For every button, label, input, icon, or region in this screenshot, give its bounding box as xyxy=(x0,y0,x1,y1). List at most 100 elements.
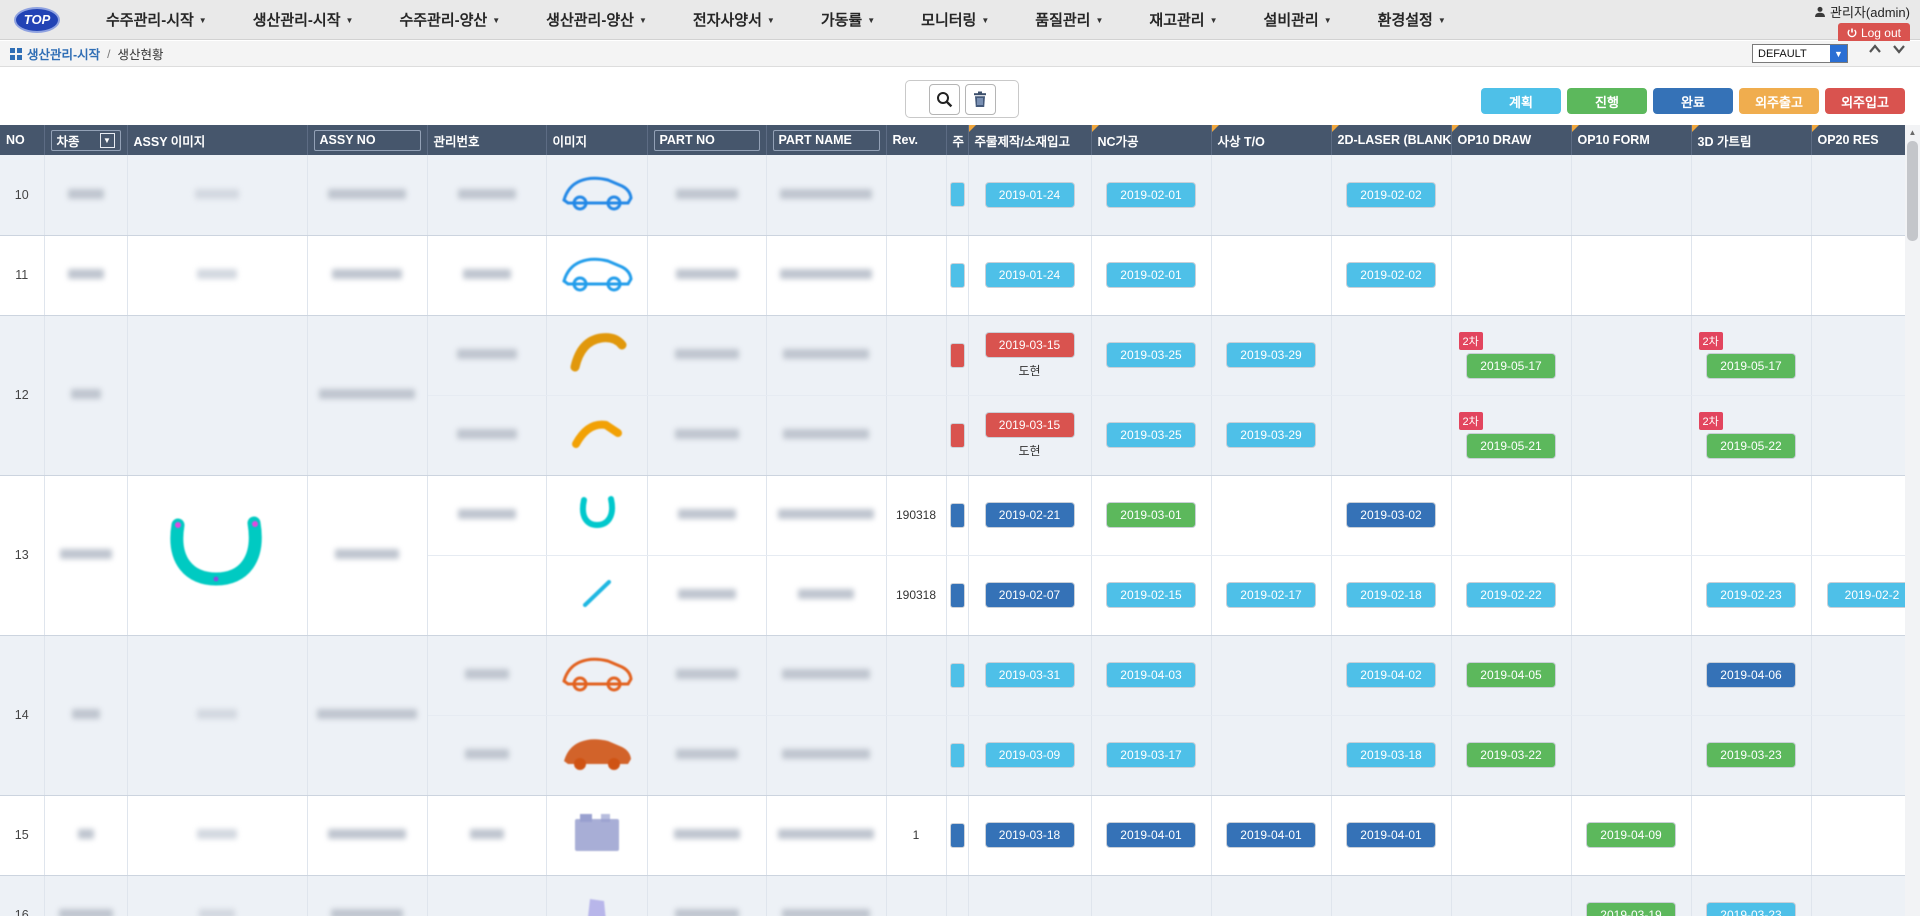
column-header-res[interactable]: OP20 RES xyxy=(1811,125,1905,155)
collapse-up-icon[interactable] xyxy=(1868,44,1882,54)
vertical-scrollbar[interactable]: ▲ xyxy=(1905,125,1920,916)
date-status-badge[interactable]: 2019-02-23 xyxy=(1706,582,1796,608)
date-status-badge[interactable]: 2019-02-02 xyxy=(1346,182,1436,208)
date-status-badge[interactable]: 2019-03-18 xyxy=(985,822,1075,848)
date-status-badge[interactable]: 2019-03-25 xyxy=(1106,422,1196,448)
column-header-no[interactable]: NO xyxy=(0,125,44,155)
nav-item[interactable]: 재고관리▼ xyxy=(1149,9,1217,30)
week-status-badge[interactable] xyxy=(950,263,965,288)
date-status-badge[interactable]: 2019-01-24 xyxy=(985,182,1075,208)
nav-item[interactable]: 수주관리-시작▼ xyxy=(106,9,207,30)
column-header-assy_no[interactable]: ASSY NO xyxy=(307,125,427,155)
scroll-thumb[interactable] xyxy=(1907,141,1918,241)
date-status-badge[interactable]: 2019-02-02 xyxy=(1346,262,1436,288)
column-header-form[interactable]: OP10 FORM xyxy=(1571,125,1691,155)
nav-item[interactable]: 모니터링▼ xyxy=(921,9,989,30)
week-status-badge[interactable] xyxy=(950,503,965,528)
date-status-badge[interactable]: 2019-02-01 xyxy=(1106,262,1196,288)
legend-button[interactable]: 완료 xyxy=(1653,88,1733,114)
week-status-badge[interactable] xyxy=(950,583,965,608)
column-header-rev[interactable]: Rev. xyxy=(886,125,946,155)
date-status-badge[interactable]: 2019-04-01 xyxy=(1346,822,1436,848)
filter-input-part_no[interactable]: PART NO xyxy=(654,130,760,151)
date-status-badge[interactable]: 2019-01-24 xyxy=(985,262,1075,288)
date-status-badge[interactable]: 2019-04-03 xyxy=(1106,662,1196,688)
date-status-badge[interactable]: 2019-04-01 xyxy=(1226,822,1316,848)
date-status-badge[interactable]: 2019-05-17 xyxy=(1466,353,1556,379)
filter-input-part_name[interactable]: PART NAME xyxy=(773,130,880,151)
legend-button[interactable]: 계획 xyxy=(1481,88,1561,114)
column-header-cast[interactable]: 주물제작/소재입고 xyxy=(968,125,1091,155)
logout-button[interactable]: Log out xyxy=(1838,23,1910,43)
collapse-down-icon[interactable] xyxy=(1892,44,1906,54)
column-header-vehicle[interactable]: 차종▼ xyxy=(44,125,127,155)
date-status-badge[interactable]: 2019-03-29 xyxy=(1226,422,1316,448)
date-status-badge[interactable]: 2019-03-01 xyxy=(1106,502,1196,528)
legend-button[interactable]: 진행 xyxy=(1567,88,1647,114)
search-button[interactable] xyxy=(929,84,960,115)
date-status-badge[interactable]: 2019-04-01 xyxy=(1106,822,1196,848)
nav-item[interactable]: 전자사양서▼ xyxy=(693,9,775,30)
clear-button[interactable] xyxy=(965,84,996,115)
filter-dropdown-vehicle[interactable]: 차종▼ xyxy=(51,130,121,151)
nav-item[interactable]: 생산관리-양산▼ xyxy=(546,9,647,30)
week-status-badge[interactable] xyxy=(950,823,965,848)
view-selector-caret-icon[interactable]: ▼ xyxy=(1830,45,1847,62)
nav-item[interactable]: 생산관리-시작▼ xyxy=(253,9,354,30)
column-header-week[interactable]: 주 xyxy=(946,125,968,155)
date-status-badge[interactable]: 2019-03-18 xyxy=(1346,742,1436,768)
date-status-badge[interactable]: 2019-03-15 xyxy=(985,332,1075,358)
column-header-assy_img[interactable]: ASSY 이미지 xyxy=(127,125,307,155)
date-status-badge[interactable]: 2019-02-18 xyxy=(1346,582,1436,608)
column-header-nc[interactable]: NC가공 xyxy=(1091,125,1211,155)
date-status-badge[interactable]: 2019-04-06 xyxy=(1706,662,1796,688)
filter-input-assy_no[interactable]: ASSY NO xyxy=(314,130,421,151)
nav-item[interactable]: 환경설정▼ xyxy=(1378,9,1446,30)
column-header-draw[interactable]: OP10 DRAW xyxy=(1451,125,1571,155)
date-status-badge[interactable]: 2019-03-31 xyxy=(985,662,1075,688)
date-status-badge[interactable]: 2019-03-22 xyxy=(1466,742,1556,768)
date-status-badge[interactable]: 2019-02-2 xyxy=(1827,582,1905,608)
nav-item[interactable]: 설비관리▼ xyxy=(1264,9,1332,30)
week-status-badge[interactable] xyxy=(950,343,965,368)
date-status-badge[interactable]: 2019-02-17 xyxy=(1226,582,1316,608)
date-status-badge[interactable]: 2019-03-29 xyxy=(1226,342,1316,368)
date-status-badge[interactable]: 2019-03-19 xyxy=(1586,902,1676,916)
nav-item[interactable]: 수주관리-양산▼ xyxy=(399,9,500,30)
date-status-badge[interactable]: 2019-02-15 xyxy=(1106,582,1196,608)
date-status-badge[interactable]: 2019-02-22 xyxy=(1466,582,1556,608)
legend-button[interactable]: 외주출고 xyxy=(1739,88,1819,114)
date-status-badge[interactable]: 2019-03-17 xyxy=(1106,742,1196,768)
nav-item[interactable]: 품질관리▼ xyxy=(1035,9,1103,30)
week-status-badge[interactable] xyxy=(950,182,965,207)
column-header-mgmt[interactable]: 관리번호 xyxy=(427,125,546,155)
date-status-badge[interactable]: 2019-05-22 xyxy=(1706,433,1796,459)
column-header-sasang[interactable]: 사상 T/O xyxy=(1211,125,1331,155)
date-status-badge[interactable]: 2019-03-02 xyxy=(1346,502,1436,528)
date-status-badge[interactable]: 2019-02-01 xyxy=(1106,182,1196,208)
week-status-badge[interactable] xyxy=(950,743,965,768)
week-status-badge[interactable] xyxy=(950,663,965,688)
scroll-up-icon[interactable]: ▲ xyxy=(1905,125,1920,139)
week-status-badge[interactable] xyxy=(950,423,965,448)
date-status-badge[interactable]: 2019-04-05 xyxy=(1466,662,1556,688)
date-status-badge[interactable]: 2019-05-21 xyxy=(1466,433,1556,459)
date-status-badge[interactable]: 2019-03-23 xyxy=(1706,902,1796,916)
date-status-badge[interactable]: 2019-03-15 xyxy=(985,412,1075,438)
breadcrumb-section[interactable]: 생산관리-시작 xyxy=(27,44,100,63)
app-logo[interactable]: TOP xyxy=(14,7,60,33)
view-selector[interactable]: DEFAULT ▼ xyxy=(1752,44,1848,63)
date-status-badge[interactable]: 2019-02-07 xyxy=(985,582,1075,608)
date-status-badge[interactable]: 2019-02-21 xyxy=(985,502,1075,528)
legend-button[interactable]: 외주입고 xyxy=(1825,88,1905,114)
column-header-part_name[interactable]: PART NAME xyxy=(766,125,886,155)
date-status-badge[interactable]: 2019-05-17 xyxy=(1706,353,1796,379)
nav-item[interactable]: 가동률▼ xyxy=(821,9,875,30)
date-status-badge[interactable]: 2019-03-09 xyxy=(985,742,1075,768)
column-header-trim[interactable]: 3D 가트림 xyxy=(1691,125,1811,155)
column-header-part_no[interactable]: PART NO xyxy=(647,125,766,155)
date-status-badge[interactable]: 2019-03-23 xyxy=(1706,742,1796,768)
date-status-badge[interactable]: 2019-04-09 xyxy=(1586,822,1676,848)
date-status-badge[interactable]: 2019-03-25 xyxy=(1106,342,1196,368)
column-header-img[interactable]: 이미지 xyxy=(546,125,647,155)
